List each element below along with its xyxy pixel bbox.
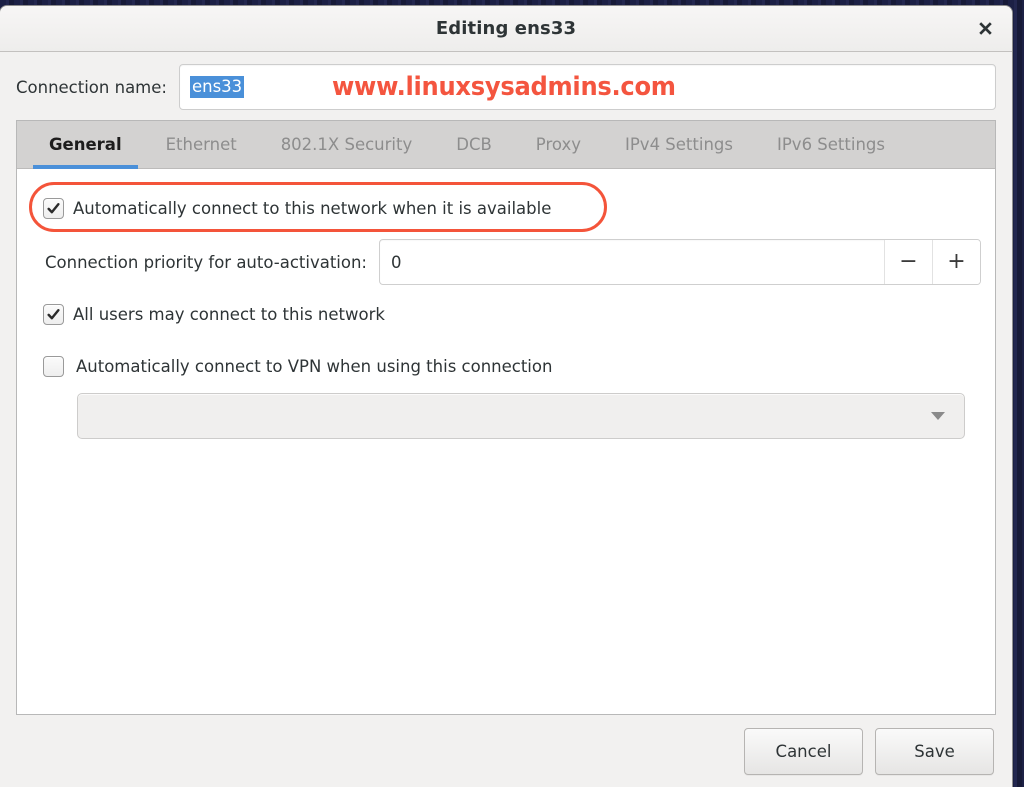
connection-name-row: Connection name: ens33 www.linuxsysadmin… (0, 52, 1012, 120)
cancel-button[interactable]: Cancel (744, 727, 863, 775)
all-users-label: All users may connect to this network (73, 304, 385, 324)
tab-8021x-security[interactable]: 802.1X Security (259, 121, 435, 168)
editing-connection-dialog: Editing ens33 Connection name: ens33 www… (0, 6, 1012, 787)
connection-name-input[interactable]: ens33 www.linuxsysadmins.com (178, 64, 996, 110)
all-users-row: All users may connect to this network (43, 301, 981, 327)
connection-name-label: Connection name: (16, 77, 167, 97)
close-icon[interactable] (970, 14, 1000, 44)
title-bar: Editing ens33 (0, 6, 1012, 52)
vpn-connection-combobox[interactable] (77, 393, 965, 439)
dialog-footer: Cancel Save (0, 715, 1012, 787)
auto-vpn-row: Automatically connect to VPN when using … (43, 353, 981, 379)
settings-notebook: General Ethernet 802.1X Security DCB Pro… (16, 120, 996, 715)
tab-ethernet[interactable]: Ethernet (144, 121, 259, 168)
chevron-down-icon (931, 412, 945, 420)
priority-decrement-button[interactable]: − (884, 240, 932, 284)
auto-connect-checkbox[interactable] (43, 197, 64, 219)
tab-ipv4-settings[interactable]: IPv4 Settings (603, 121, 755, 168)
tab-dcb[interactable]: DCB (434, 121, 514, 168)
priority-increment-button[interactable]: + (932, 240, 980, 284)
auto-connect-label: Automatically connect to this network wh… (73, 198, 552, 218)
connection-priority-label: Connection priority for auto-activation: (45, 252, 367, 272)
site-watermark: www.linuxsysadmins.com (331, 72, 676, 102)
auto-connect-row: Automatically connect to this network wh… (29, 182, 981, 232)
connection-priority-row: Connection priority for auto-activation:… (31, 239, 981, 285)
tab-proxy[interactable]: Proxy (514, 121, 603, 168)
all-users-checkbox[interactable] (43, 303, 64, 325)
general-tab-panel: Automatically connect to this network wh… (17, 169, 995, 714)
window-title: Editing ens33 (435, 18, 577, 39)
connection-name-value: ens33 (189, 75, 245, 99)
auto-vpn-checkbox[interactable] (43, 355, 64, 377)
tab-general[interactable]: General (27, 121, 144, 169)
auto-vpn-label: Automatically connect to VPN when using … (76, 356, 553, 376)
connection-priority-spinner[interactable]: 0 − + (379, 239, 981, 285)
tab-bar: General Ethernet 802.1X Security DCB Pro… (17, 121, 995, 169)
connection-priority-value[interactable]: 0 (380, 240, 884, 284)
tab-ipv6-settings[interactable]: IPv6 Settings (755, 121, 907, 168)
save-button[interactable]: Save (875, 727, 994, 775)
